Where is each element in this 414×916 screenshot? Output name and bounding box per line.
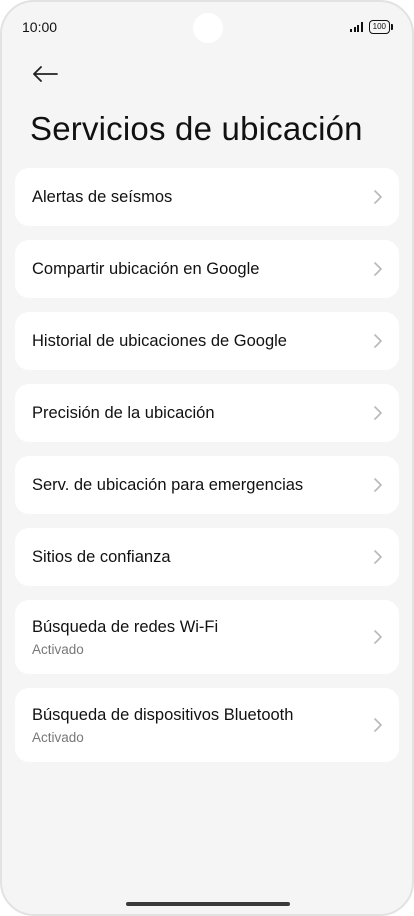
chevron-right-icon [374, 262, 382, 276]
chevron-right-icon [374, 334, 382, 348]
camera-cutout [193, 13, 223, 43]
item-status: Activado [32, 641, 84, 657]
chevron-right-icon [374, 718, 382, 732]
item-title: Precisión de la ubicación [32, 403, 215, 422]
status-time: 10:00 [22, 19, 58, 35]
back-button[interactable] [28, 60, 62, 88]
list-item-compartir-ubicacion[interactable]: Compartir ubicación en Google [15, 240, 399, 298]
chevron-right-icon [374, 406, 382, 420]
list-item-alertas-seismos[interactable]: Alertas de seísmos [15, 168, 399, 226]
battery-level: 100 [372, 22, 386, 31]
item-title: Búsqueda de redes Wi-Fi [32, 617, 219, 636]
list-item-busqueda-wifi[interactable]: Búsqueda de redes Wi-Fi Activado [15, 600, 399, 674]
status-bar: 10:00 100 [2, 2, 412, 56]
item-status: Activado [32, 729, 84, 745]
list-item-busqueda-bluetooth[interactable]: Búsqueda de dispositivos Bluetooth Activ… [15, 688, 399, 762]
home-indicator[interactable] [126, 902, 290, 906]
list-item-precision-ubicacion[interactable]: Precisión de la ubicación [15, 384, 399, 442]
list-item-sitios-confianza[interactable]: Sitios de confianza [15, 528, 399, 586]
chevron-right-icon [374, 190, 382, 204]
phone-screen: 10:00 100 Servicios de ubicación Alertas… [0, 0, 414, 916]
page-title: Servicios de ubicación [30, 110, 363, 147]
item-title: Búsqueda de dispositivos Bluetooth [32, 705, 294, 724]
item-title: Serv. de ubicación para emergencias [32, 475, 304, 494]
status-icons: 100 [350, 20, 393, 34]
chevron-right-icon [374, 478, 382, 492]
item-title: Sitios de confianza [32, 547, 171, 566]
chevron-right-icon [374, 550, 382, 564]
list-item-ubicacion-emergencias[interactable]: Serv. de ubicación para emergencias [15, 456, 399, 514]
list-item-historial-ubicaciones[interactable]: Historial de ubicaciones de Google [15, 312, 399, 370]
back-arrow-icon [33, 66, 58, 82]
item-title: Historial de ubicaciones de Google [32, 331, 287, 350]
chevron-right-icon [374, 630, 382, 644]
battery-icon: 100 [368, 20, 393, 34]
signal-icon [350, 22, 363, 32]
item-title: Alertas de seísmos [32, 187, 173, 206]
settings-list: Alertas de seísmos Compartir ubicación e… [15, 168, 399, 776]
item-title: Compartir ubicación en Google [32, 259, 260, 278]
